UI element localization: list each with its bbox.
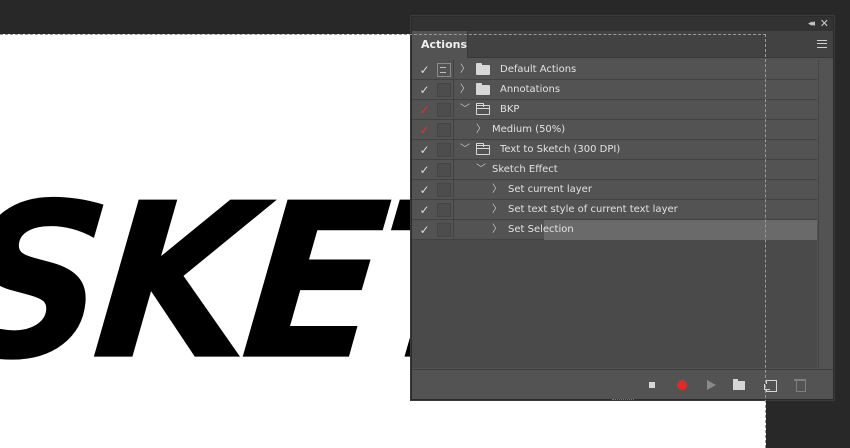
chevron-down-icon[interactable]: ﹀ (460, 100, 470, 120)
close-panel-icon[interactable]: ✕ (820, 17, 829, 31)
action-row[interactable]: ✓ 〉 Set Selection (412, 220, 817, 240)
action-row[interactable]: ✓ ﹀ BKP (412, 100, 817, 120)
action-row-body: ﹀ BKP (453, 100, 817, 120)
action-row[interactable]: ✓ 〉 Medium (50%) (412, 120, 817, 140)
action-label: Medium (50%) (492, 124, 566, 135)
action-label: BKP (500, 104, 520, 115)
dialog-toggle-icon[interactable] (437, 63, 451, 77)
action-row[interactable]: ✓ ﹀ Sketch Effect (412, 160, 817, 180)
dialog-toggle[interactable] (437, 163, 451, 177)
actions-list: ✓ 〉 Default Actions ✓ 〉 Annotations ✓ ﹀ BKP ✓ 〉 Med… (412, 60, 817, 368)
toggle-item-check-icon[interactable]: ✓ (415, 60, 434, 80)
chevron-right-icon[interactable]: 〉 (492, 220, 502, 240)
toggle-item-check-icon[interactable]: ✓ (415, 80, 434, 100)
play-selection-icon[interactable] (704, 378, 718, 392)
action-row-body: 〉 Set current layer (453, 180, 817, 200)
chevron-right-icon[interactable]: 〉 (492, 200, 502, 220)
chevron-right-icon[interactable]: 〉 (460, 60, 470, 80)
action-row-body: 〉 Default Actions (453, 60, 817, 80)
dialog-toggle[interactable] (437, 203, 451, 217)
action-label: Sketch Effect (492, 164, 558, 175)
dialog-toggle[interactable] (437, 83, 451, 97)
toggle-item-check-icon[interactable]: ✓ (415, 120, 434, 140)
action-row-body: 〉 Medium (50%) (453, 120, 817, 140)
collapse-panel-icon[interactable]: ◂◂ (808, 17, 815, 31)
toggle-item-check-icon[interactable]: ✓ (415, 220, 434, 240)
dialog-toggle[interactable] (437, 143, 451, 157)
chevron-down-icon[interactable]: ﹀ (460, 140, 470, 160)
dialog-toggle[interactable] (437, 103, 451, 117)
selection-highlight (544, 220, 817, 240)
delete-icon[interactable] (793, 378, 807, 392)
panel-menu-icon[interactable] (817, 40, 827, 48)
panel-title-bar[interactable]: ◂◂ ✕ (412, 17, 833, 31)
action-label: Default Actions (500, 64, 577, 75)
action-row-body: ﹀ Sketch Effect (453, 160, 817, 180)
toggle-item-check-icon[interactable]: ✓ (415, 140, 434, 160)
action-row[interactable]: ✓ ﹀ Text to Sketch (300 DPI) (412, 140, 817, 160)
action-row-body: 〉 Annotations (453, 80, 817, 100)
action-label: Annotations (500, 84, 561, 95)
action-row-body: ﹀ Text to Sketch (300 DPI) (453, 140, 817, 160)
panel-resize-grip[interactable] (612, 399, 634, 402)
folder-icon (476, 63, 490, 75)
action-label: Set Selection (508, 224, 574, 235)
folder-open-icon (476, 103, 490, 115)
chevron-down-icon[interactable]: ﹀ (476, 160, 486, 180)
action-row[interactable]: ✓ 〉 Set text style of current text layer (412, 200, 817, 220)
toggle-item-check-icon[interactable]: ✓ (415, 200, 434, 220)
chevron-right-icon[interactable]: 〉 (460, 80, 470, 100)
action-label: Text to Sketch (300 DPI) (500, 144, 621, 155)
action-label: Set current layer (508, 184, 592, 195)
folder-icon (476, 83, 490, 95)
tab-actions[interactable]: Actions (412, 31, 468, 58)
actions-panel: ◂◂ ✕ Actions ✓ 〉 Default Actions ✓ 〉 Annotati… (411, 16, 834, 400)
dialog-toggle[interactable] (437, 123, 451, 137)
actions-footer-toolbar (412, 369, 833, 402)
action-row-body: 〉 Set text style of current text layer (453, 200, 817, 220)
action-row-body: 〉 Set Selection (453, 220, 817, 240)
chevron-right-icon[interactable]: 〉 (476, 120, 486, 140)
action-row[interactable]: ✓ 〉 Annotations (412, 80, 817, 100)
toggle-item-check-icon[interactable]: ✓ (415, 180, 434, 200)
toggle-item-check-icon[interactable]: ✓ (415, 100, 434, 120)
panel-tab-row: Actions (412, 31, 833, 58)
toggle-item-check-icon[interactable]: ✓ (415, 160, 434, 180)
create-new-set-icon[interactable] (732, 378, 746, 392)
action-label: Set text style of current text layer (508, 204, 678, 215)
dialog-toggle[interactable] (437, 223, 451, 237)
create-new-action-icon[interactable] (763, 378, 777, 392)
dialog-toggle[interactable] (437, 183, 451, 197)
action-row[interactable]: ✓ 〉 Default Actions (412, 60, 817, 80)
actions-scrollbar[interactable] (818, 60, 831, 368)
stop-recording-icon[interactable] (645, 378, 659, 392)
chevron-right-icon[interactable]: 〉 (492, 180, 502, 200)
folder-open-icon (476, 143, 490, 155)
record-icon[interactable] (675, 378, 689, 392)
action-row[interactable]: ✓ 〉 Set current layer (412, 180, 817, 200)
